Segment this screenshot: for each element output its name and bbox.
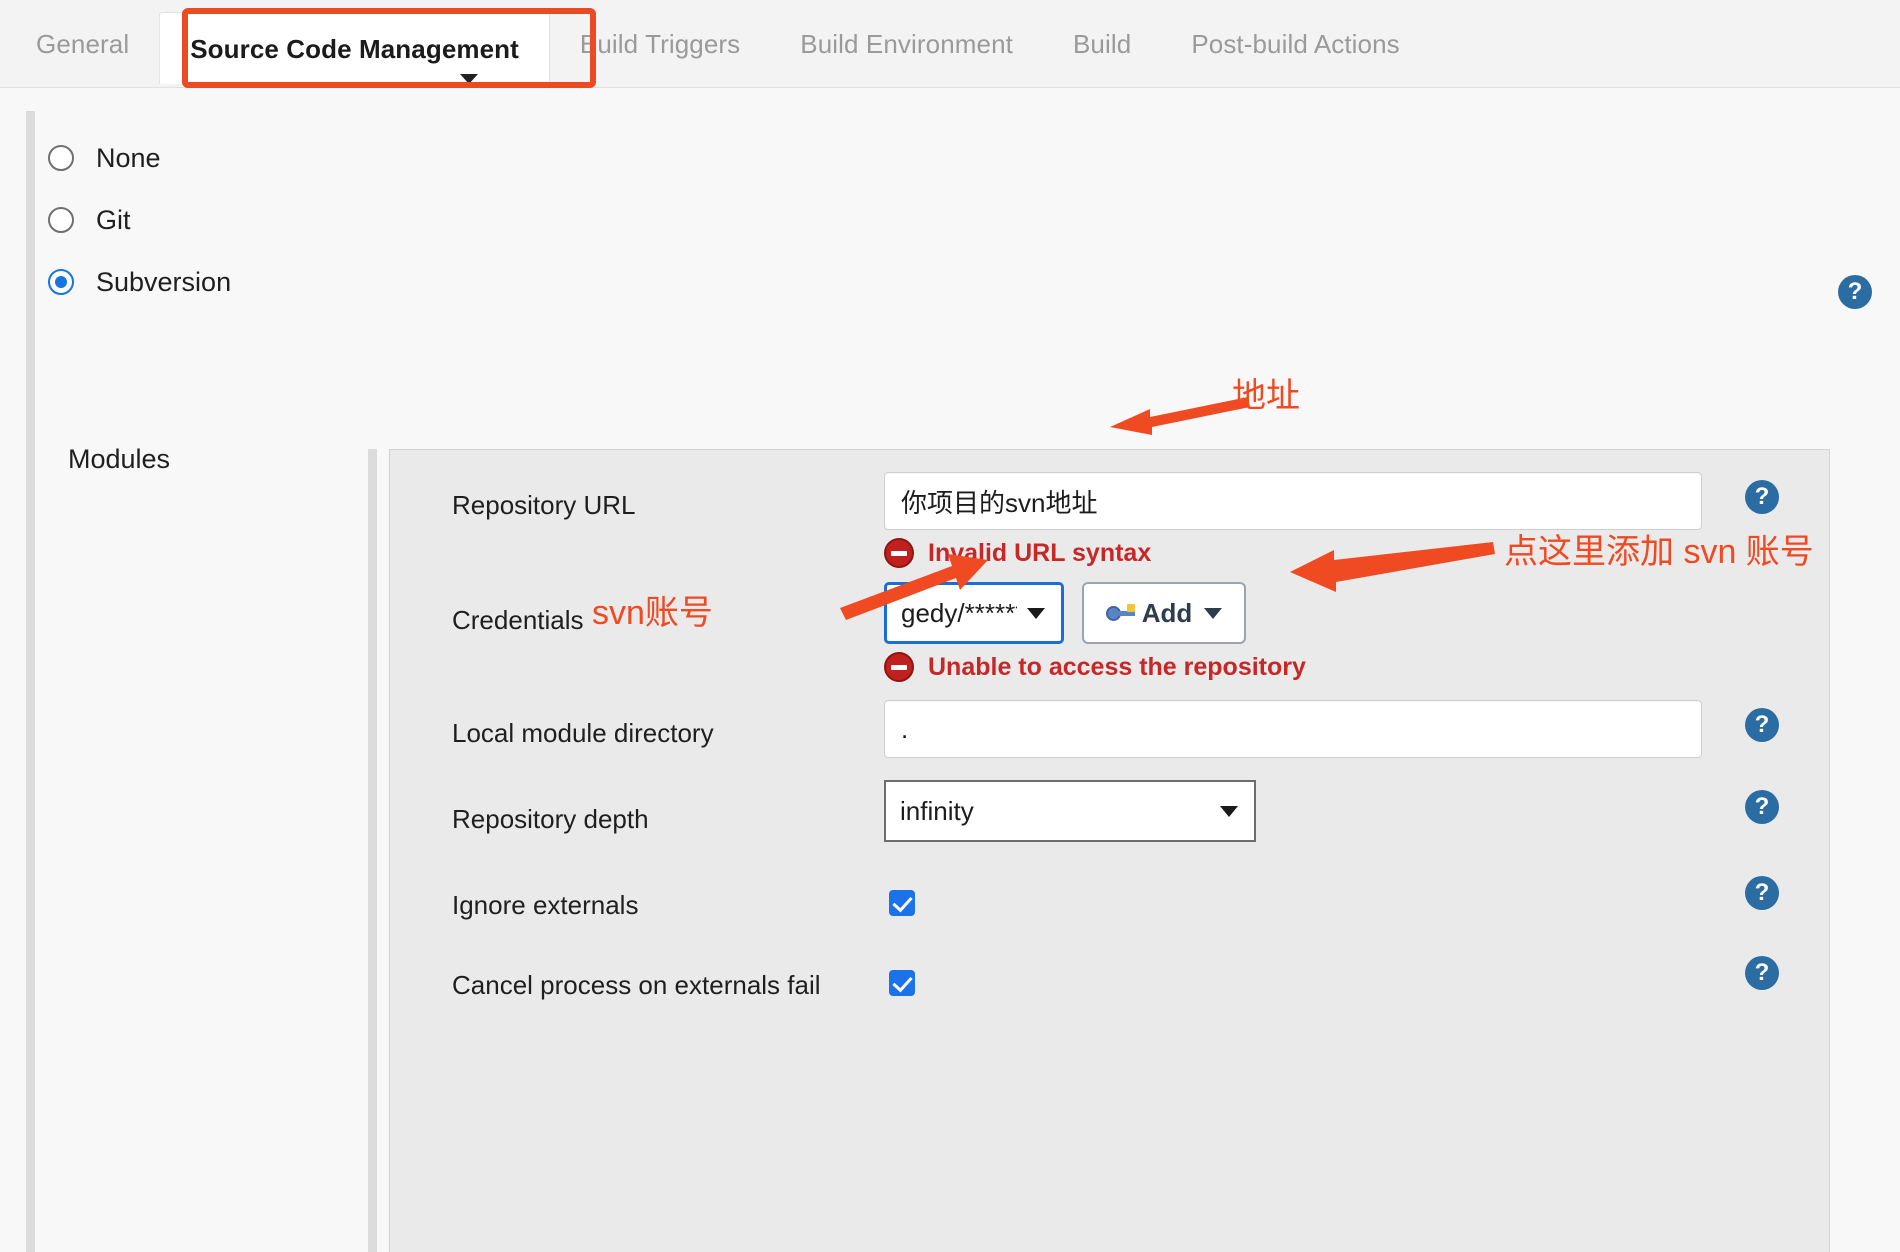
repository-depth-select-wrapper[interactable]: infinity xyxy=(884,780,1256,842)
local-module-directory-input[interactable] xyxy=(884,700,1702,758)
local-module-directory-label: Local module directory xyxy=(452,718,714,748)
help-icon-repository-url[interactable]: ? xyxy=(1745,480,1779,514)
scm-option-git-label: Git xyxy=(96,204,131,235)
tab-general[interactable]: General xyxy=(0,0,159,88)
credentials-label: Credentials xyxy=(452,605,584,635)
repository-depth-select[interactable]: infinity xyxy=(886,782,1254,840)
scm-option-none-label: None xyxy=(96,142,161,173)
radio-subversion-icon[interactable] xyxy=(48,269,74,295)
help-icon-repository-depth[interactable]: ? xyxy=(1745,790,1779,824)
config-tab-bar: General Source Code Management Build Tri… xyxy=(0,0,1900,88)
credentials-error: Unable to access the repository xyxy=(884,652,1306,682)
tab-source-code-management[interactable]: Source Code Management xyxy=(159,12,550,84)
add-credentials-button[interactable]: Add xyxy=(1082,582,1246,644)
repository-url-label: Repository URL xyxy=(452,490,636,520)
credentials-error-text: Unable to access the repository xyxy=(928,652,1306,681)
help-icon-cancel-process-on-externals-fail[interactable]: ? xyxy=(1745,956,1779,990)
cancel-process-on-externals-fail-label: Cancel process on externals fail xyxy=(452,970,821,1000)
add-credentials-label: Add xyxy=(1141,597,1193,628)
scm-option-git[interactable]: Git xyxy=(48,189,231,251)
ignore-externals-label: Ignore externals xyxy=(452,890,639,920)
help-icon-local-module-directory[interactable]: ? xyxy=(1745,708,1779,742)
tab-post-build-actions[interactable]: Post-build Actions xyxy=(1161,0,1429,88)
scm-radio-group: None Git Subversion xyxy=(48,127,231,313)
radio-git-icon[interactable] xyxy=(48,207,74,233)
scm-option-subversion[interactable]: Subversion xyxy=(48,251,231,313)
credentials-select[interactable]: gedy/****** xyxy=(887,585,1061,641)
help-icon-subversion[interactable]: ? xyxy=(1838,275,1872,309)
scm-option-subversion-label: Subversion xyxy=(96,266,232,297)
add-credentials-chevron-down-icon xyxy=(1204,607,1223,619)
ignore-externals-checkbox[interactable] xyxy=(889,890,915,916)
modules-section-label: Modules xyxy=(68,444,171,474)
repository-url-error-text: Invalid URL syntax xyxy=(928,538,1152,567)
annotation-address-label: 地址 xyxy=(1232,377,1300,415)
annotation-add-svn-account-label: 点这里添加 svn 账号 xyxy=(1504,533,1814,571)
cancel-process-on-externals-fail-checkbox[interactable] xyxy=(889,970,915,996)
scm-content-area: None Git Subversion ? Modules Repository… xyxy=(0,89,1900,1252)
tab-build-environment[interactable]: Build Environment xyxy=(770,0,1043,88)
section-left-rule xyxy=(26,111,35,1252)
active-tab-caret-icon xyxy=(460,74,478,84)
help-icon-ignore-externals[interactable]: ? xyxy=(1745,876,1779,910)
annotation-svn-account-label: svn账号 xyxy=(592,594,713,632)
tab-build-triggers[interactable]: Build Triggers xyxy=(550,0,770,88)
error-stop-icon xyxy=(884,652,914,682)
scm-option-none[interactable]: None xyxy=(48,127,231,189)
jenkins-job-config-page: General Source Code Management Build Tri… xyxy=(0,0,1900,1252)
repository-depth-label: Repository depth xyxy=(452,804,649,834)
credentials-select-wrapper[interactable]: gedy/****** xyxy=(884,582,1064,644)
config-tab-list: General Source Code Management Build Tri… xyxy=(0,0,1430,88)
module-left-rule xyxy=(368,449,377,1252)
key-icon xyxy=(1105,602,1136,624)
radio-none-icon[interactable] xyxy=(48,145,74,171)
tab-build[interactable]: Build xyxy=(1043,0,1161,88)
repository-url-error: Invalid URL syntax xyxy=(884,538,1151,568)
error-stop-icon xyxy=(884,538,914,568)
repository-url-input[interactable] xyxy=(884,472,1702,530)
